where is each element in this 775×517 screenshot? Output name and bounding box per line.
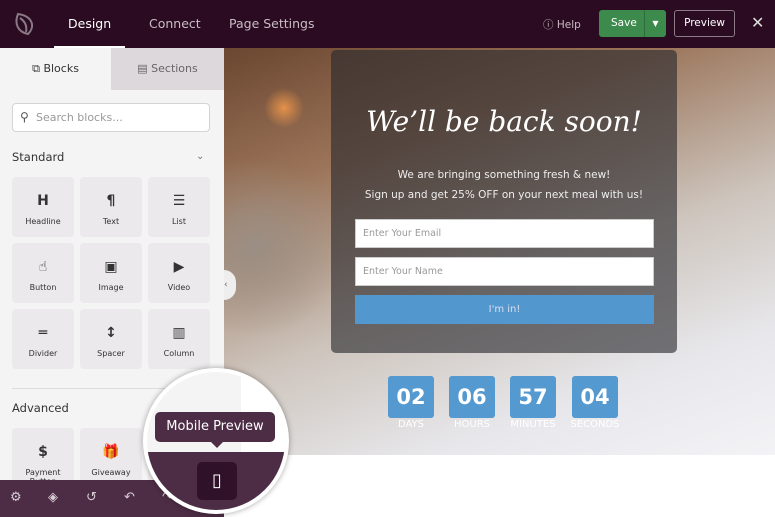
save-label: Save	[611, 17, 637, 29]
email-field[interactable]: Enter Your Email	[355, 219, 654, 248]
block-icon: ═	[38, 325, 48, 341]
countdown-minutes-label: MINUTES	[510, 419, 556, 430]
top-bar: Design Connect Page Settings ⓘ Help Save…	[0, 0, 775, 48]
block-label: Image	[98, 283, 124, 292]
block-video[interactable]: ▶ Video	[148, 243, 210, 303]
block-divider[interactable]: ═ Divider	[12, 309, 74, 369]
countdown-seconds-label: SECONDS	[570, 419, 620, 430]
save-dropdown-caret-icon[interactable]: ▼	[644, 10, 666, 37]
submit-button[interactable]: I'm in!	[355, 295, 654, 324]
mobile-preview-button[interactable]: ▯	[197, 462, 237, 500]
signup-card: We’ll be back soon! We are bringing some…	[331, 50, 677, 353]
tab-connect[interactable]: Connect	[149, 0, 201, 48]
tab-blocks-label: Blocks	[43, 62, 79, 75]
save-button[interactable]: Save ▼	[599, 10, 666, 37]
mobile-preview-tooltip: Mobile Preview	[155, 412, 275, 448]
search-placeholder: Search blocks...	[36, 111, 123, 124]
block-label: Divider	[28, 349, 58, 358]
subtitle-line-2: Sign up and get 25% OFF on your next mea…	[364, 189, 644, 201]
block-label: Text	[102, 217, 120, 226]
tab-sections-label: Sections	[151, 62, 198, 75]
countdown-days-label: DAYS	[397, 419, 425, 430]
tab-sections[interactable]: ▤ Sections	[111, 48, 224, 90]
close-icon[interactable]: ✕	[751, 13, 764, 32]
help-icon: ⓘ	[543, 19, 554, 31]
block-icon: ▶	[173, 259, 185, 275]
tab-page-settings[interactable]: Page Settings	[229, 0, 315, 48]
block-icon: H	[37, 193, 49, 209]
help-link[interactable]: ⓘ Help	[543, 17, 581, 32]
standard-heading[interactable]: Standard	[12, 150, 64, 164]
block-list[interactable]: ☰ List	[148, 177, 210, 237]
block-image[interactable]: ▣ Image	[80, 243, 142, 303]
countdown-minutes-value: 57	[510, 376, 556, 418]
search-input[interactable]: ⚲ Search blocks...	[12, 103, 210, 132]
block-label: Button	[29, 283, 57, 292]
block-icon: ▣	[104, 259, 118, 275]
help-label: Help	[556, 19, 581, 31]
countdown-hours-value: 06	[449, 376, 495, 418]
block-label: Giveaway	[91, 468, 131, 477]
block-text[interactable]: ¶ Text	[80, 177, 142, 237]
mobile-phone-icon: ▯	[212, 470, 222, 491]
blocks-icon: ⧉	[32, 62, 40, 75]
subtitle-line-1: We are bringing something fresh & new!	[397, 169, 611, 181]
chevron-down-icon[interactable]: ⌄	[196, 151, 204, 162]
sections-icon: ▤	[137, 62, 148, 75]
preview-button[interactable]: Preview	[674, 10, 735, 37]
block-icon: $	[38, 444, 48, 460]
countdown-seconds-value: 04	[572, 376, 618, 418]
block-label: List	[172, 217, 186, 226]
block-icon: ▥	[172, 325, 186, 341]
block-column[interactable]: ▥ Column	[148, 309, 210, 369]
search-icon: ⚲	[20, 110, 29, 124]
advanced-heading[interactable]: Advanced	[12, 401, 69, 415]
block-button[interactable]: ☝ Button	[12, 243, 74, 303]
block-label: Spacer	[97, 349, 125, 358]
block-label: Video	[167, 283, 191, 292]
block-headline[interactable]: H Headline	[12, 177, 74, 237]
page-title: We’ll be back soon!	[366, 105, 642, 138]
block-icon: ☰	[172, 193, 186, 209]
undo-icon[interactable]: ↶	[124, 490, 135, 505]
block-icon: ¶	[106, 193, 116, 209]
tab-design[interactable]: Design	[53, 0, 126, 48]
tab-blocks[interactable]: ⧉ Blocks	[0, 48, 111, 90]
history-icon[interactable]: ↺	[86, 490, 97, 505]
block-label: Headline	[25, 217, 61, 226]
block-spacer[interactable]: ↕ Spacer	[80, 309, 142, 369]
settings-gear-icon[interactable]: ⚙	[10, 490, 22, 505]
countdown-days-value: 02	[388, 376, 434, 418]
block-icon: ☝	[38, 259, 48, 275]
name-field[interactable]: Enter Your Name	[355, 257, 654, 286]
countdown-hours-label: HOURS	[453, 419, 490, 430]
block-icon: ↕	[105, 325, 117, 341]
block-payment-button[interactable]: $Payment Button	[12, 428, 74, 488]
seedprod-logo-icon	[15, 12, 34, 36]
block-giveaway[interactable]: 🎁 Giveaway	[80, 428, 142, 488]
layers-icon[interactable]: ◈	[48, 490, 58, 505]
block-icon: 🎁	[102, 444, 120, 460]
block-label: Column	[163, 349, 195, 358]
